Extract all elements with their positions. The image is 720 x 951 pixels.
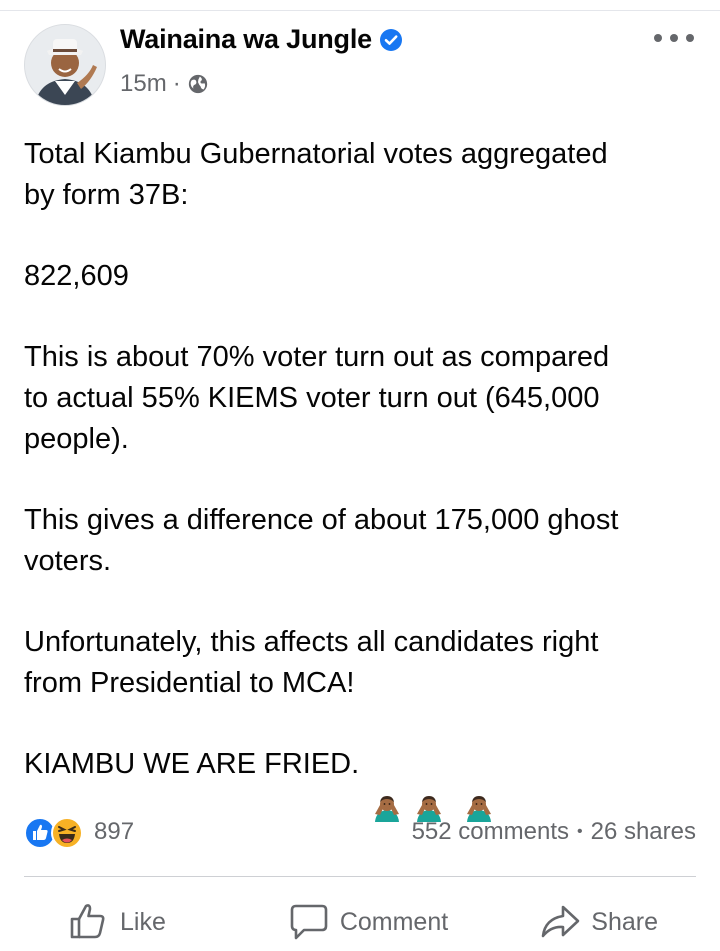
engagement-counts: 552 comments • 26 shares bbox=[412, 818, 696, 846]
share-button[interactable]: Share bbox=[488, 896, 696, 948]
author-row: Wainaina wa Jungle bbox=[120, 24, 403, 55]
more-dot bbox=[686, 34, 694, 42]
action-divider bbox=[24, 876, 696, 877]
post-paragraph: This gives a difference of about 175,000… bbox=[24, 504, 619, 577]
more-options-icon[interactable] bbox=[654, 26, 694, 50]
reaction-icons bbox=[24, 815, 88, 849]
comment-button[interactable]: Comment bbox=[273, 896, 463, 948]
person-gesturing-no-emoji bbox=[413, 749, 445, 822]
post-paragraph: Total Kiambu Gubernatorial votes aggrega… bbox=[24, 138, 608, 211]
post-closing-line: KIAMBU WE ARE FRIED. bbox=[24, 744, 696, 822]
shares-count-link[interactable]: 26 shares bbox=[591, 818, 696, 846]
count-separator: • bbox=[576, 823, 583, 840]
haha-reaction-icon bbox=[51, 817, 83, 849]
thumbs-up-icon bbox=[70, 904, 105, 939]
share-label: Share bbox=[591, 907, 658, 936]
avatar-image bbox=[25, 25, 105, 105]
like-button[interactable]: Like bbox=[24, 896, 248, 948]
closing-text: KIAMBU WE ARE FRIED. bbox=[24, 748, 360, 780]
post-text: Total Kiambu Gubernatorial votes aggrega… bbox=[24, 134, 696, 822]
share-arrow-icon bbox=[541, 905, 580, 938]
reactions-bar: 897 552 comments • 26 shares bbox=[24, 812, 696, 852]
comment-label: Comment bbox=[339, 907, 449, 936]
meta-separator: · bbox=[172, 70, 181, 97]
verified-badge-icon bbox=[379, 28, 403, 52]
post-paragraph: Unfortunately, this affects all candidat… bbox=[24, 626, 599, 699]
person-gesturing-no-emoji bbox=[463, 749, 495, 822]
comment-bubble-icon bbox=[290, 904, 328, 940]
reactions-summary[interactable]: 897 bbox=[24, 815, 134, 849]
top-divider bbox=[0, 0, 720, 11]
post-header: Wainaina wa Jungle 15m · bbox=[24, 22, 696, 106]
post-paragraph: This is about 70% voter turn out as comp… bbox=[24, 341, 610, 455]
post-paragraph: 822,609 bbox=[24, 260, 129, 292]
comments-count-link[interactable]: 552 comments bbox=[412, 818, 569, 846]
globe-icon bbox=[187, 73, 209, 95]
post-meta: 15m · bbox=[120, 70, 209, 98]
author-name[interactable]: Wainaina wa Jungle bbox=[120, 24, 372, 55]
person-gesturing-no-emoji bbox=[371, 749, 403, 822]
more-dot bbox=[670, 34, 678, 42]
action-bar: Like Comment Share bbox=[24, 896, 696, 948]
more-dot bbox=[654, 34, 662, 42]
emoji-group bbox=[371, 749, 505, 822]
reaction-count: 897 bbox=[94, 818, 135, 845]
author-avatar[interactable] bbox=[24, 24, 106, 106]
like-label: Like bbox=[120, 907, 166, 936]
post-timestamp[interactable]: 15m bbox=[120, 70, 167, 98]
